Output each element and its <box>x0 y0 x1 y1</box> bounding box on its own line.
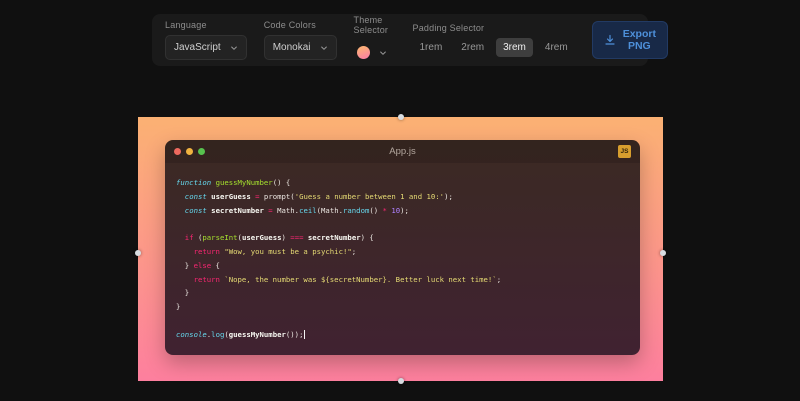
chevron-down-icon <box>379 49 387 57</box>
code-token: return <box>194 247 220 256</box>
code-line: console.log(guessMyNumber()); <box>176 328 629 342</box>
language-label: Language <box>165 20 247 30</box>
code-token: random <box>343 206 369 215</box>
code-token: console <box>176 330 207 339</box>
code-token: ()); <box>286 330 304 339</box>
code-token: userGuess <box>211 192 251 201</box>
code-token: ); <box>400 206 409 215</box>
language-group: Language JavaScript <box>165 20 247 60</box>
code-token: ) <box>282 233 291 242</box>
chevron-down-icon <box>320 44 328 52</box>
resize-handle-top[interactable] <box>398 114 404 120</box>
padding-selector-label: Padding Selector <box>413 23 575 33</box>
code-line: if (parseInt(userGuess) === secretNumber… <box>176 231 629 245</box>
code-token: if <box>185 233 194 242</box>
code-line: } else { <box>176 259 629 273</box>
theme-selector[interactable] <box>354 40 396 65</box>
code-token: secretNumber <box>308 233 361 242</box>
code-token: === <box>290 233 303 242</box>
padding-option-2rem[interactable]: 2rem <box>454 38 491 57</box>
code-token: } <box>176 261 194 270</box>
code-token: 'Guess a number between 1 and 10:' <box>295 192 444 201</box>
code-colors-label: Code Colors <box>264 20 337 30</box>
traffic-lights <box>174 148 205 155</box>
code-token: ceil <box>299 206 317 215</box>
chevron-down-icon <box>230 44 238 52</box>
code-token: `Nope, the number was ${secretNumber}. B… <box>224 275 496 284</box>
code-token: parseInt <box>202 233 237 242</box>
export-png-label: Export PNG <box>623 28 656 52</box>
code-token: Math. <box>273 206 299 215</box>
code-token: ) { <box>361 233 374 242</box>
javascript-badge-icon: JS <box>618 145 631 158</box>
theme-selector-group: Theme Selector <box>354 15 396 65</box>
close-icon[interactable] <box>174 148 181 155</box>
theme-selector-label: Theme Selector <box>354 15 396 35</box>
language-select[interactable]: JavaScript <box>165 35 247 60</box>
code-token: () <box>369 206 382 215</box>
window-title: App.js <box>165 146 640 157</box>
resize-handle-left[interactable] <box>135 250 141 256</box>
code-token <box>176 206 185 215</box>
resize-handle-right[interactable] <box>660 250 666 256</box>
padding-option-1rem[interactable]: 1rem <box>413 38 450 57</box>
code-token: 10 <box>391 206 400 215</box>
code-token: userGuess <box>242 233 282 242</box>
code-token: ; <box>497 275 501 284</box>
padding-option-3rem[interactable]: 3rem <box>496 38 533 57</box>
code-token: function <box>176 178 211 187</box>
download-icon <box>604 34 616 46</box>
code-token: } <box>176 302 180 311</box>
code-token: prompt( <box>260 192 295 201</box>
code-colors-group: Code Colors Monokai <box>264 20 337 60</box>
code-token: () { <box>273 178 291 187</box>
code-line: function guessMyNumber() { <box>176 176 629 190</box>
code-token <box>176 247 194 256</box>
code-line: } <box>176 286 629 300</box>
code-colors-value: Monokai <box>273 42 311 53</box>
language-value: JavaScript <box>174 42 221 53</box>
code-line <box>176 217 629 231</box>
resize-handle-bottom[interactable] <box>398 378 404 384</box>
code-token: ); <box>444 192 453 201</box>
code-token: secretNumber <box>211 206 264 215</box>
code-line: } <box>176 300 629 314</box>
code-line <box>176 314 629 328</box>
code-token: const <box>185 192 207 201</box>
code-token: (Math. <box>317 206 343 215</box>
code-token: ; <box>352 247 356 256</box>
code-window: App.js JS function guessMyNumber() { con… <box>165 140 640 355</box>
window-titlebar: App.js JS <box>165 140 640 163</box>
code-colors-select[interactable]: Monokai <box>264 35 337 60</box>
code-line: return "Wow, you must be a psychic!"; <box>176 245 629 259</box>
code-line: const secretNumber = Math.ceil(Math.rand… <box>176 204 629 218</box>
code-line: return `Nope, the number was ${secretNum… <box>176 273 629 287</box>
minimize-icon[interactable] <box>186 148 193 155</box>
code-token: const <box>185 206 207 215</box>
code-token: { <box>211 261 220 270</box>
code-token <box>176 192 185 201</box>
code-token: log <box>211 330 224 339</box>
padding-options: 1rem 2rem 3rem 4rem <box>413 38 575 57</box>
code-token: return <box>194 275 220 284</box>
export-png-button[interactable]: Export PNG <box>592 21 668 59</box>
code-token: guessMyNumber <box>216 178 273 187</box>
padding-option-4rem[interactable]: 4rem <box>538 38 575 57</box>
maximize-icon[interactable] <box>198 148 205 155</box>
code-token <box>176 275 194 284</box>
code-token: else <box>194 261 212 270</box>
code-line: const userGuess = prompt('Guess a number… <box>176 190 629 204</box>
padding-selector-group: Padding Selector 1rem 2rem 3rem 4rem <box>413 23 575 57</box>
code-token: guessMyNumber <box>229 330 286 339</box>
code-token: } <box>176 288 189 297</box>
toolbar: Language JavaScript Code Colors Monokai … <box>152 14 648 66</box>
theme-swatch-icon <box>357 46 370 59</box>
code-token <box>176 233 185 242</box>
code-block[interactable]: function guessMyNumber() { const userGue… <box>165 163 640 355</box>
gradient-card[interactable]: App.js JS function guessMyNumber() { con… <box>138 117 663 381</box>
code-token: "Wow, you must be a psychic!" <box>224 247 351 256</box>
text-cursor <box>304 330 305 339</box>
